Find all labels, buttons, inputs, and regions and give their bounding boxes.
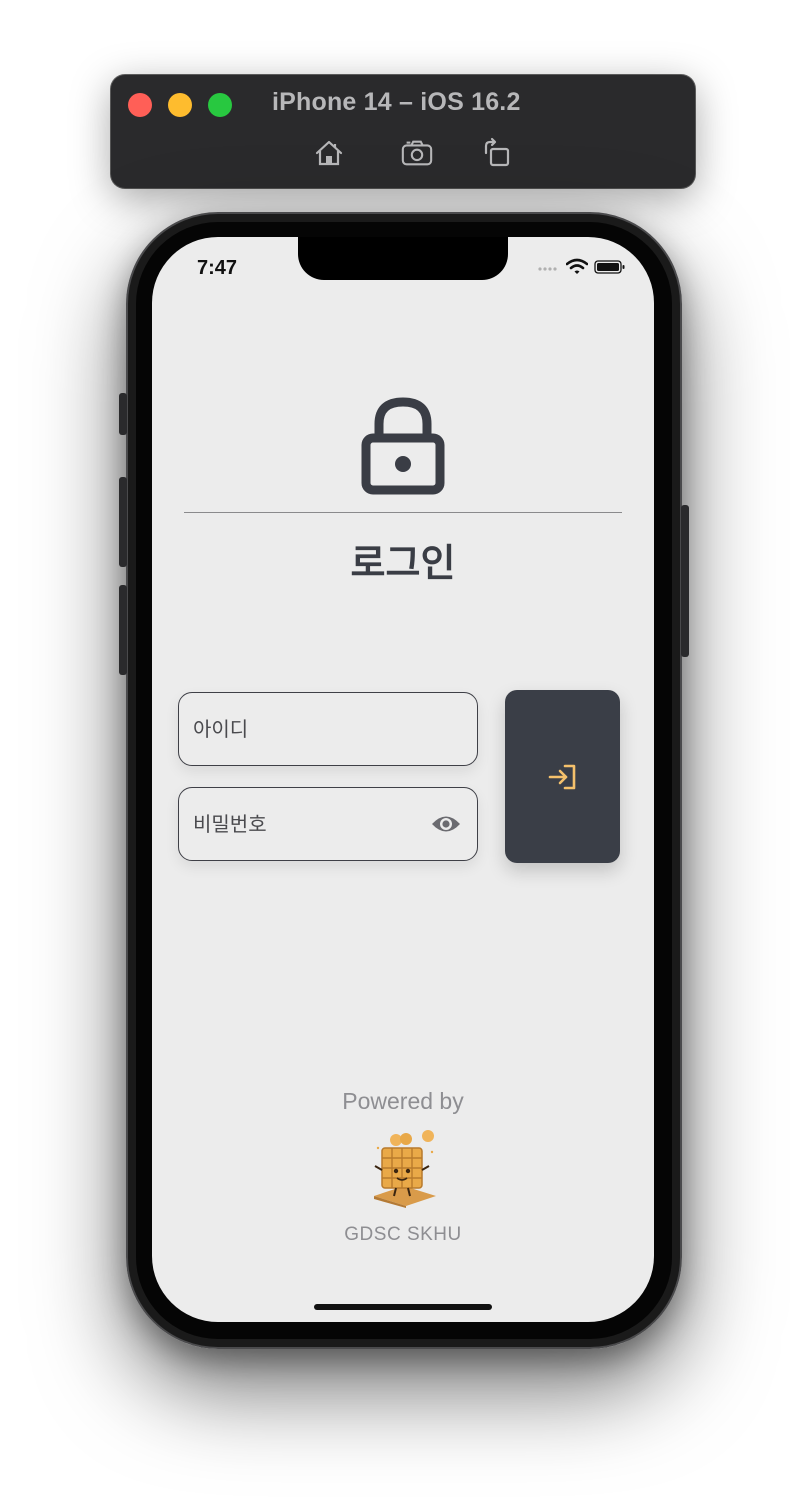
mute-switch [119,393,127,435]
login-button[interactable] [505,690,620,863]
zoom-window-button[interactable] [208,93,232,117]
waffle-mascot-logo [374,1130,436,1208]
powered-by-label: Powered by [342,1088,464,1114]
rotate-button[interactable] [480,136,514,170]
minimize-window-button[interactable] [168,93,192,117]
home-icon [315,140,343,166]
wifi-icon [566,258,588,274]
volume-up-button [119,477,127,567]
notch [298,237,508,280]
lock-icon [361,397,445,495]
page-title: 로그인 [350,541,456,585]
power-button [681,505,689,657]
screenshot-button[interactable] [400,136,434,170]
battery-icon [594,260,625,274]
login-arrow-icon [548,764,575,789]
screenshot-icon [401,140,433,166]
status-icons [538,258,626,276]
eye-icon[interactable] [431,812,461,836]
id-field-container [178,692,478,766]
status-time: 7:47 [197,257,238,279]
rotate-icon [484,137,510,167]
home-button[interactable] [312,136,346,170]
cellular-dots-icon [538,267,557,271]
org-name: GDSC SKHU [344,1224,462,1245]
simulator-title: iPhone 14 – iOS 16.2 [272,88,521,116]
volume-down-button [119,585,127,675]
id-input[interactable] [179,693,477,765]
password-field-container [178,787,478,861]
title-divider [184,512,622,513]
close-window-button[interactable] [128,93,152,117]
home-indicator[interactable] [314,1304,492,1310]
